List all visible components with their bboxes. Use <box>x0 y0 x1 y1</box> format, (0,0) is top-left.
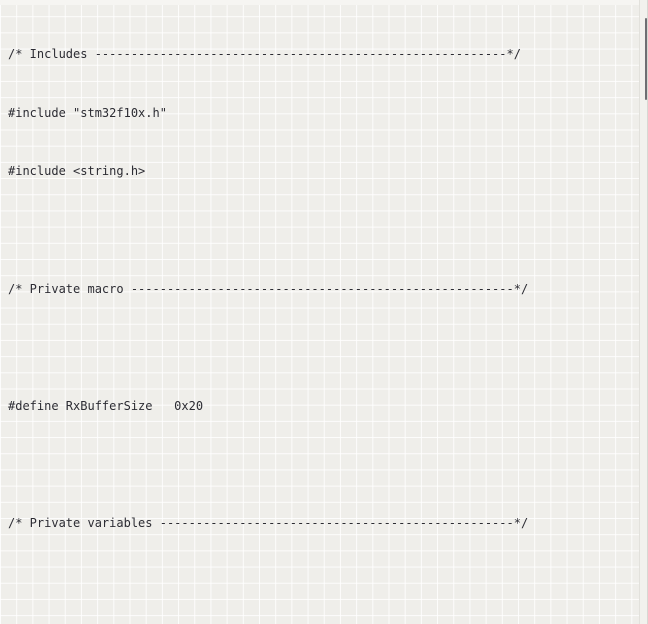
code-line: /* Private macro -----------------------… <box>8 281 529 296</box>
code-content[interactable]: /* Includes ----------------------------… <box>8 6 642 624</box>
code-editor-pane[interactable]: /* Includes ----------------------------… <box>0 0 648 624</box>
code-line: #include <string.h> <box>8 164 146 179</box>
editor-top-band <box>0 0 648 5</box>
code-line: /* Private variables -------------------… <box>8 516 529 531</box>
code-line: /* Includes ----------------------------… <box>8 47 521 62</box>
code-line: #define RxBufferSize 0x20 <box>8 398 204 413</box>
code-line: #include "stm32f10x.h" <box>8 105 167 120</box>
